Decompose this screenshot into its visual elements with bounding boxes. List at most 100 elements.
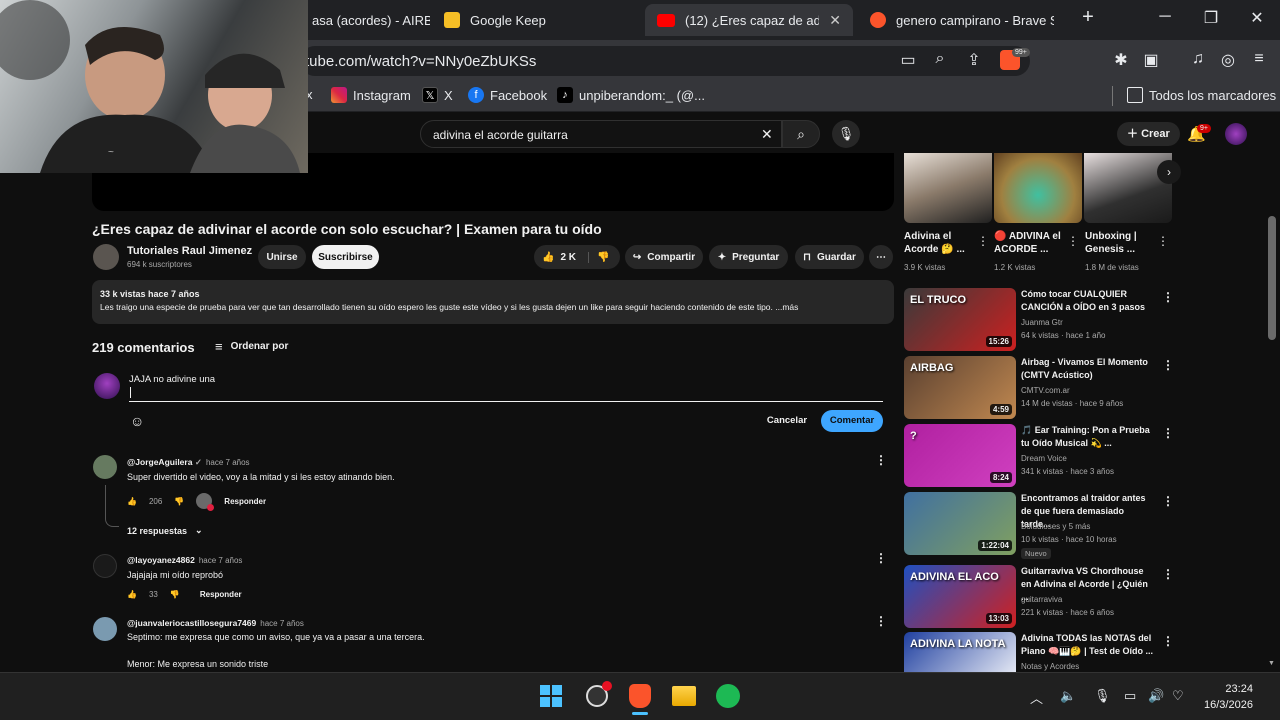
subscribe-button[interactable]: Suscribirse xyxy=(312,245,379,269)
maximize-button[interactable]: ❐ xyxy=(1196,8,1226,28)
related-thumbnail[interactable]: 1:22:04 xyxy=(904,492,1016,555)
scrollbar-thumb[interactable] xyxy=(1268,216,1276,340)
related-title[interactable]: 🎵 Ear Training: Pon a Prueba tu Oído Mus… xyxy=(1021,424,1153,450)
comment-menu-icon[interactable]: ⋮ xyxy=(875,551,887,565)
emoji-icon[interactable]: ☺ xyxy=(130,413,144,429)
view-replies-button[interactable]: 12 respuestas ⌄ xyxy=(127,525,203,536)
new-tab-button[interactable]: + xyxy=(1073,6,1103,29)
related-menu-icon[interactable]: ⋮ xyxy=(1157,234,1169,248)
comment-avatar[interactable] xyxy=(93,554,117,578)
tab-brave-search[interactable]: genero campirano - Brave Sear xyxy=(858,4,1066,36)
related-channel[interactable]: Juanma Gtr xyxy=(1021,316,1063,329)
dislike-icon[interactable]: 👎 xyxy=(588,251,609,263)
related-menu-icon[interactable]: ⋮ xyxy=(1162,358,1174,372)
related-title[interactable]: Unboxing | Genesis ... xyxy=(1085,230,1157,256)
related-menu-icon[interactable]: ⋮ xyxy=(977,234,989,248)
related-thumbnail[interactable] xyxy=(904,153,992,223)
avatar[interactable] xyxy=(1225,123,1247,145)
battery-icon[interactable]: ♡ xyxy=(1172,688,1184,704)
brave-browser-icon[interactable] xyxy=(625,681,655,711)
comment-input[interactable]: JAJA no adivine una xyxy=(129,374,215,385)
more-actions-icon[interactable]: ⋯ xyxy=(869,245,893,269)
file-explorer-icon[interactable] xyxy=(669,681,699,711)
channel-avatar[interactable] xyxy=(93,244,119,270)
reply-button[interactable]: Responder xyxy=(200,590,242,599)
like-icon[interactable]: 👍 xyxy=(127,497,137,506)
bookmark-x-logo[interactable]: 𝕏 X xyxy=(422,87,453,103)
channel-name[interactable]: Tutoriales Raul Jimenez xyxy=(127,245,252,257)
share-button[interactable]: ↪ Compartir xyxy=(625,245,703,269)
related-title[interactable]: Adivina TODAS las NOTAS del Piano 🧠🎹🤔 | … xyxy=(1021,632,1153,658)
join-button[interactable]: Unirse xyxy=(258,245,306,269)
like-icon[interactable]: 👍 xyxy=(542,252,554,263)
minimize-button[interactable]: ─ xyxy=(1150,8,1180,26)
related-thumbnail[interactable]: ADIVINA EL ACO 13:03 xyxy=(904,565,1016,628)
close-window-button[interactable]: ✕ xyxy=(1242,8,1272,28)
ask-button[interactable]: ✦ Preguntar xyxy=(709,245,788,269)
video-description[interactable]: 33 k vistas hace 7 años Les traigo una e… xyxy=(92,280,894,324)
related-menu-icon[interactable]: ⋮ xyxy=(1162,634,1174,648)
mic-icon[interactable]: 🎙 xyxy=(832,120,860,148)
related-title[interactable]: Adivina el Acorde 🤔 ... xyxy=(904,230,976,256)
extensions-icon[interactable]: ✱ xyxy=(1110,50,1132,70)
reading-list-icon[interactable]: ▣ xyxy=(1140,50,1162,70)
dislike-icon[interactable]: 👎 xyxy=(174,497,184,506)
sort-comments-button[interactable]: ≡ Ordenar por xyxy=(215,339,288,354)
reply-button[interactable]: Responder xyxy=(224,497,266,506)
related-thumbnail[interactable]: EL TRUCO 15:26 xyxy=(904,288,1016,351)
related-thumbnail[interactable]: ? 8:24 xyxy=(904,424,1016,487)
speaker-icon[interactable]: 🔈 xyxy=(1060,688,1076,704)
related-title[interactable]: Cómo tocar CUALQUIER CANCIÓN a OÍDO en 3… xyxy=(1021,288,1153,314)
related-channel[interactable]: Dream Voice xyxy=(1021,452,1067,465)
comment-author[interactable]: @layoyanez4862 hace 7 años xyxy=(127,555,242,565)
bookmark-instagram[interactable]: Instagram xyxy=(331,87,411,103)
comment-author[interactable]: @JorgeAguilera ✓ hace 7 años xyxy=(127,457,250,468)
chevron-right-icon[interactable]: › xyxy=(1157,160,1181,184)
zoom-icon[interactable]: ⌕ xyxy=(929,50,951,70)
obs-icon[interactable] xyxy=(582,681,612,711)
related-channel[interactable]: guitarraviva xyxy=(1021,593,1062,606)
comment-menu-icon[interactable]: ⋮ xyxy=(875,614,887,628)
related-thumbnail[interactable]: AIRBAG 4:59 xyxy=(904,356,1016,419)
comment-menu-icon[interactable]: ⋮ xyxy=(875,453,887,467)
url-text[interactable]: tube.com/watch?v=NNy0eZbUKSs xyxy=(305,53,536,70)
clear-search-icon[interactable]: ✕ xyxy=(761,126,773,143)
related-title[interactable]: Airbag - Vivamos El Momento (CMTV Acústi… xyxy=(1021,356,1153,382)
tab-close-icon[interactable]: ✕ xyxy=(829,12,841,29)
media-icon[interactable]: ♫ xyxy=(1187,50,1209,70)
dislike-icon[interactable]: 👎 xyxy=(170,590,180,599)
tab-airbag[interactable]: asa (acordes) - AIRBA xyxy=(300,4,430,36)
windows-start-icon[interactable] xyxy=(536,681,566,711)
spotify-icon[interactable] xyxy=(713,681,743,711)
vpn-icon[interactable]: ◎ xyxy=(1217,50,1239,70)
cast-icon[interactable]: ▭ xyxy=(897,50,919,70)
scroll-down-icon[interactable]: ▼ xyxy=(1268,660,1275,667)
related-menu-icon[interactable]: ⋮ xyxy=(1162,567,1174,581)
mic-tray-icon[interactable]: 🎙 xyxy=(1094,688,1111,704)
related-menu-icon[interactable]: ⋮ xyxy=(1162,426,1174,440)
tab-youtube-active[interactable]: (12) ¿Eres capaz de adivina ✕ xyxy=(645,4,853,36)
save-button[interactable]: ⊓ Guardar xyxy=(795,245,864,269)
tab-google-keep[interactable]: Google Keep xyxy=(432,4,637,36)
network-icon[interactable]: ▭ xyxy=(1124,688,1136,704)
create-button[interactable]: ＋ Crear xyxy=(1117,122,1180,146)
volume-icon[interactable]: 🔊 xyxy=(1148,688,1164,704)
share-icon[interactable]: ⇪ xyxy=(963,50,985,70)
like-icon[interactable]: 👍 xyxy=(127,590,137,599)
related-menu-icon[interactable]: ⋮ xyxy=(1067,234,1079,248)
comment-avatar[interactable] xyxy=(93,455,117,479)
bookmark-tiktok[interactable]: ♪ unpiberandom:_ (@... xyxy=(557,87,705,103)
chevron-up-icon[interactable]: ︿ xyxy=(1030,688,1043,707)
bookmark-facebook[interactable]: f Facebook xyxy=(468,87,547,103)
like-count[interactable]: 2 K xyxy=(560,252,576,263)
comment-avatar[interactable] xyxy=(93,617,117,641)
related-title[interactable]: 🔴 ADIVINA el ACORDE ... xyxy=(994,230,1066,256)
system-clock[interactable]: 23:24 16/3/2026 xyxy=(1204,681,1253,713)
related-thumbnail[interactable] xyxy=(994,153,1082,223)
search-button[interactable]: ⌕ xyxy=(782,120,820,148)
comment-author[interactable]: @juanvaleriocastillosegura7469 hace 7 año… xyxy=(127,618,304,628)
related-menu-icon[interactable]: ⋮ xyxy=(1162,290,1174,304)
related-channel[interactable]: CMTV.com.ar xyxy=(1021,384,1070,397)
cancel-button[interactable]: Cancelar xyxy=(760,410,814,432)
related-menu-icon[interactable]: ⋮ xyxy=(1162,494,1174,508)
